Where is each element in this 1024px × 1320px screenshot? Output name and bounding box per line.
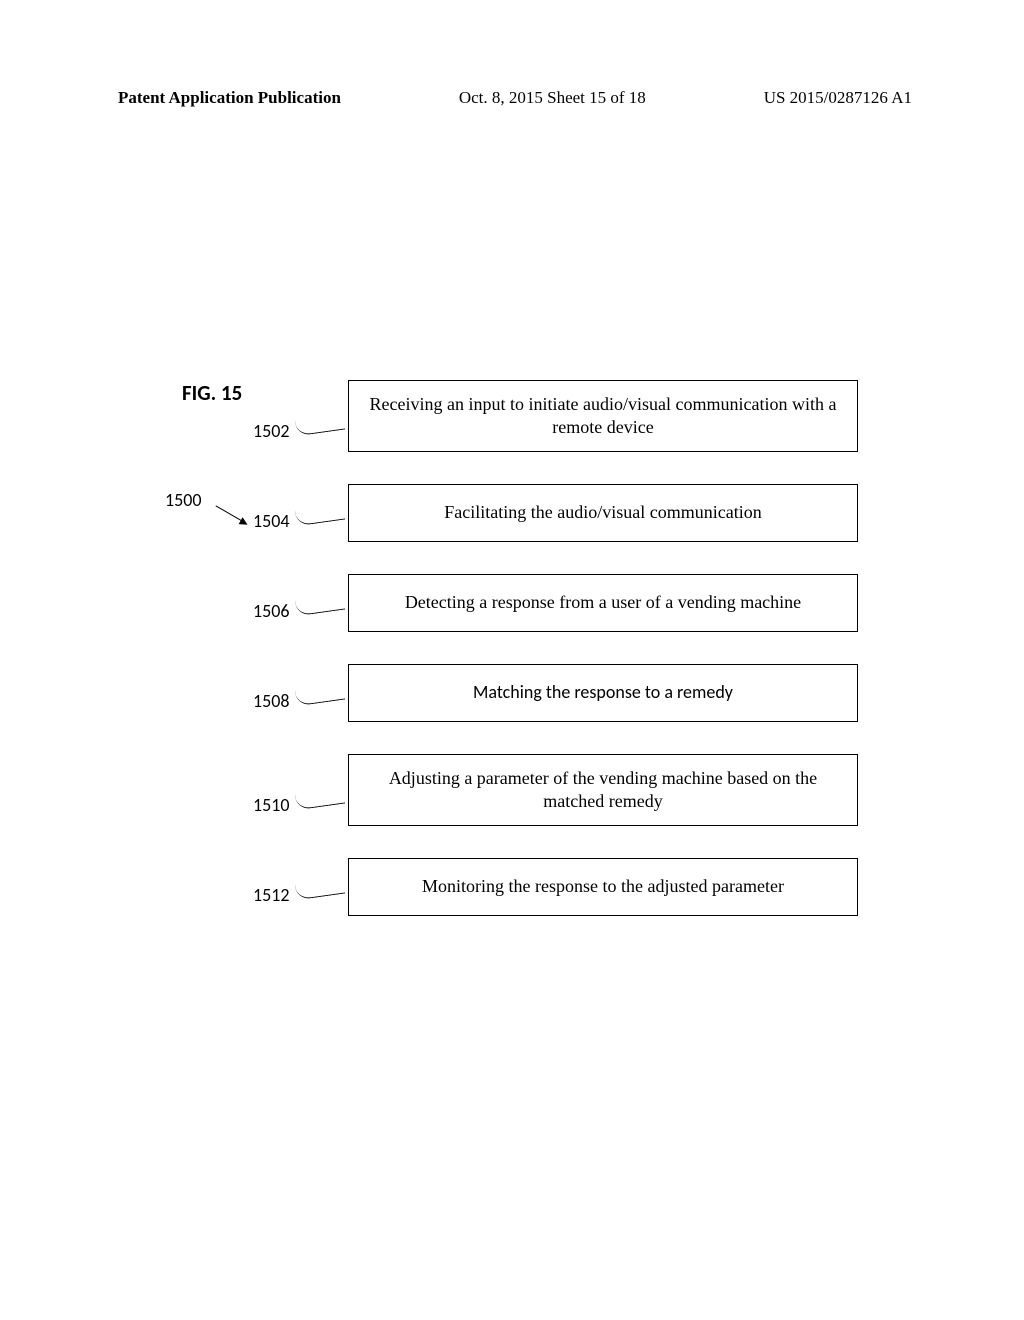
step-1502: 1502 Receiving an input to initiate audi… <box>348 380 858 452</box>
reference-1508: 1508 <box>253 690 290 713</box>
leader-line-icon <box>295 503 345 526</box>
reference-1512: 1512 <box>253 884 290 907</box>
step-text: Detecting a response from a user of a ve… <box>405 591 801 614</box>
step-1512: 1512 Monitoring the response to the adju… <box>348 858 858 916</box>
leader-line-icon <box>295 787 345 810</box>
step-text: Facilitating the audio/visual communicat… <box>444 501 761 524</box>
step-1504: 1504 Facilitating the audio/visual commu… <box>348 484 858 542</box>
step-1510: 1510 Adjusting a parameter of the vendin… <box>348 754 858 826</box>
leader-line-icon <box>295 683 345 706</box>
step-text: Matching the response to a remedy <box>473 681 733 704</box>
page-header: Patent Application Publication Oct. 8, 2… <box>0 88 1024 108</box>
header-patent-number: US 2015/0287126 A1 <box>764 88 912 108</box>
step-1506: 1506 Detecting a response from a user of… <box>348 574 858 632</box>
flowchart: 1502 Receiving an input to initiate audi… <box>348 380 858 948</box>
step-1508: 1508 Matching the response to a remedy <box>348 664 858 722</box>
step-text: Receiving an input to initiate audio/vis… <box>369 393 837 440</box>
header-date-sheet: Oct. 8, 2015 Sheet 15 of 18 <box>459 88 646 108</box>
reference-1510: 1510 <box>253 794 290 817</box>
step-text: Monitoring the response to the adjusted … <box>422 875 784 898</box>
step-text: Adjusting a parameter of the vending mac… <box>369 767 837 814</box>
leader-line-icon <box>295 593 345 616</box>
leader-line-icon <box>295 413 345 436</box>
leader-line-icon <box>295 877 345 900</box>
arrow-1500-icon <box>206 505 246 540</box>
header-publication: Patent Application Publication <box>118 88 341 108</box>
reference-1506: 1506 <box>253 600 290 623</box>
reference-1502: 1502 <box>253 420 290 443</box>
reference-1500: 1500 <box>165 489 202 511</box>
reference-1504: 1504 <box>253 510 290 533</box>
figure-label: FIG. 15 <box>182 380 242 406</box>
